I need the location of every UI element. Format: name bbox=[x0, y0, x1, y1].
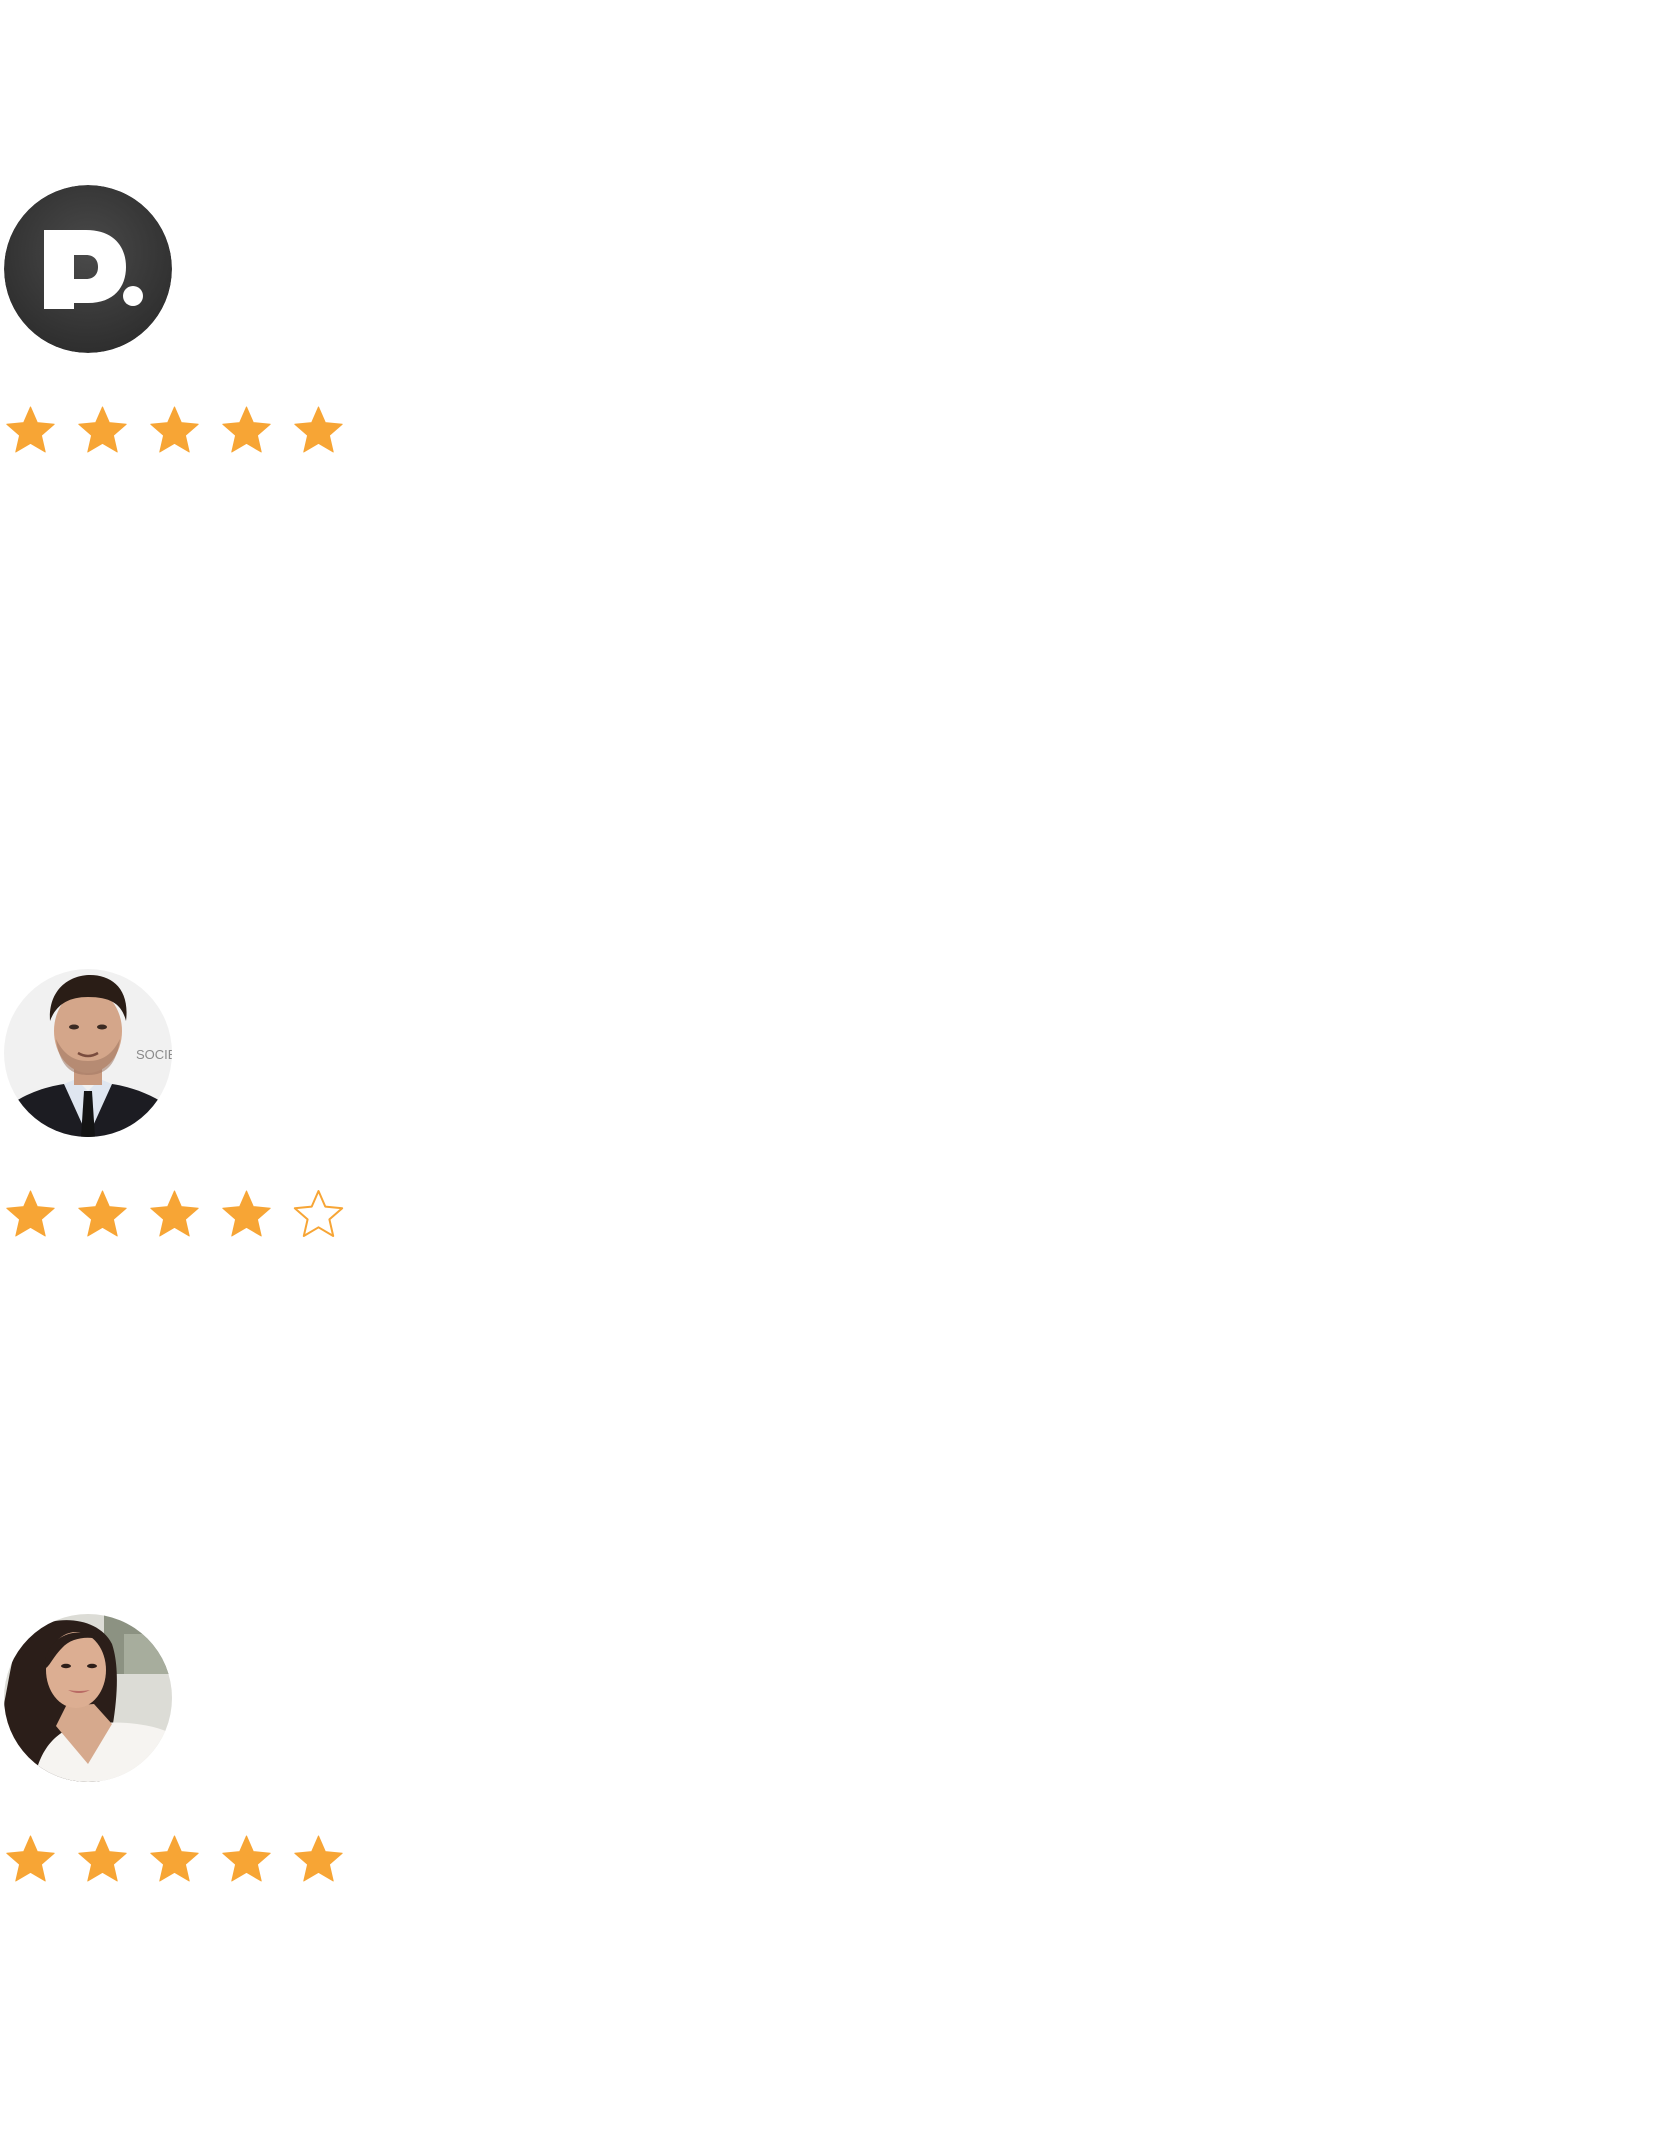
rating-stars bbox=[4, 403, 345, 458]
reviewer-avatar: SOCIE bbox=[4, 969, 172, 1137]
reviews-page: SOCIE bbox=[0, 0, 1653, 2138]
review-card-2: SOCIE bbox=[4, 969, 345, 1242]
woman-portrait-photo bbox=[4, 1614, 172, 1782]
star-filled-icon bbox=[294, 1835, 343, 1882]
star-filled-icon bbox=[6, 1835, 55, 1882]
star-filled-icon bbox=[150, 1835, 199, 1882]
star-filled-icon bbox=[6, 406, 55, 453]
review-card-1 bbox=[4, 185, 345, 458]
rating-stars bbox=[4, 1187, 345, 1242]
star-filled-icon bbox=[78, 406, 127, 453]
brand-logo-avatar bbox=[4, 185, 172, 353]
star-filled-icon bbox=[150, 406, 199, 453]
review-card-3 bbox=[4, 1614, 345, 1887]
star-filled-icon bbox=[294, 406, 343, 453]
star-filled-icon bbox=[78, 1835, 127, 1882]
svg-text:SOCIE: SOCIE bbox=[136, 1047, 172, 1062]
star-filled-icon bbox=[150, 1190, 199, 1237]
star-filled-icon bbox=[222, 406, 271, 453]
reviewer-avatar bbox=[4, 1614, 172, 1782]
star-filled-icon bbox=[78, 1190, 127, 1237]
star-filled-icon bbox=[6, 1190, 55, 1237]
man-portrait-photo: SOCIE bbox=[4, 969, 172, 1137]
star-filled-icon bbox=[222, 1190, 271, 1237]
star-outline-icon bbox=[293, 1190, 344, 1237]
star-filled-icon bbox=[222, 1835, 271, 1882]
rating-stars bbox=[4, 1832, 345, 1887]
brand-logo-icon bbox=[4, 185, 172, 353]
